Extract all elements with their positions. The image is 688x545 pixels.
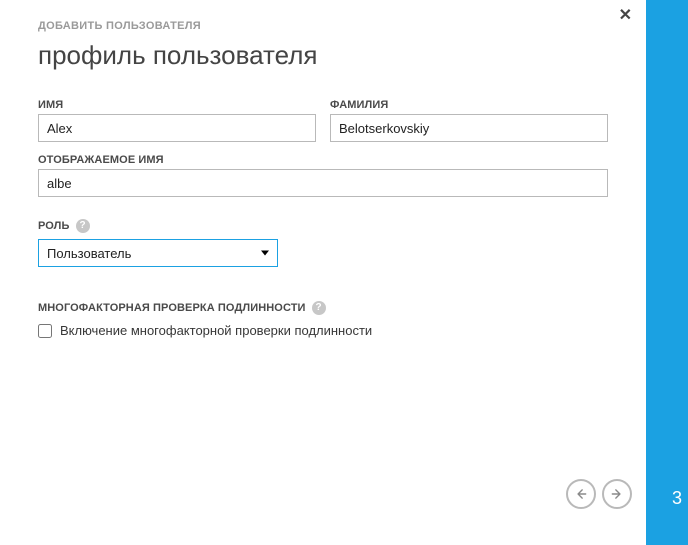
chevron-down-icon <box>261 251 269 256</box>
role-label: РОЛЬ <box>38 220 70 232</box>
prev-button[interactable] <box>566 479 596 509</box>
close-icon[interactable]: ✕ <box>619 8 632 24</box>
next-button[interactable] <box>602 479 632 509</box>
arrow-left-icon <box>574 487 588 501</box>
breadcrumb: ДОБАВИТЬ ПОЛЬЗОВАТЕЛЯ <box>38 20 608 32</box>
last-name-input[interactable] <box>330 114 608 142</box>
help-icon[interactable]: ? <box>76 219 90 233</box>
mfa-checkbox-label: Включение многофакторной проверки подлин… <box>60 323 372 338</box>
help-icon[interactable]: ? <box>312 301 326 315</box>
arrow-right-icon <box>610 487 624 501</box>
last-name-label: ФАМИЛИЯ <box>330 99 608 111</box>
display-name-label: ОТОБРАЖАЕМОЕ ИМЯ <box>38 154 608 166</box>
first-name-input[interactable] <box>38 114 316 142</box>
display-name-input[interactable] <box>38 169 608 197</box>
first-name-label: ИМЯ <box>38 99 316 111</box>
step-number: 3 <box>672 488 682 509</box>
mfa-checkbox[interactable] <box>38 324 52 338</box>
mfa-section-label: МНОГОФАКТОРНАЯ ПРОВЕРКА ПОДЛИННОСТИ <box>38 302 306 314</box>
role-select[interactable]: Пользователь <box>38 239 278 267</box>
role-selected-value: Пользователь <box>47 246 131 261</box>
progress-rail: 3 <box>646 0 688 545</box>
page-title: профиль пользователя <box>38 40 608 71</box>
